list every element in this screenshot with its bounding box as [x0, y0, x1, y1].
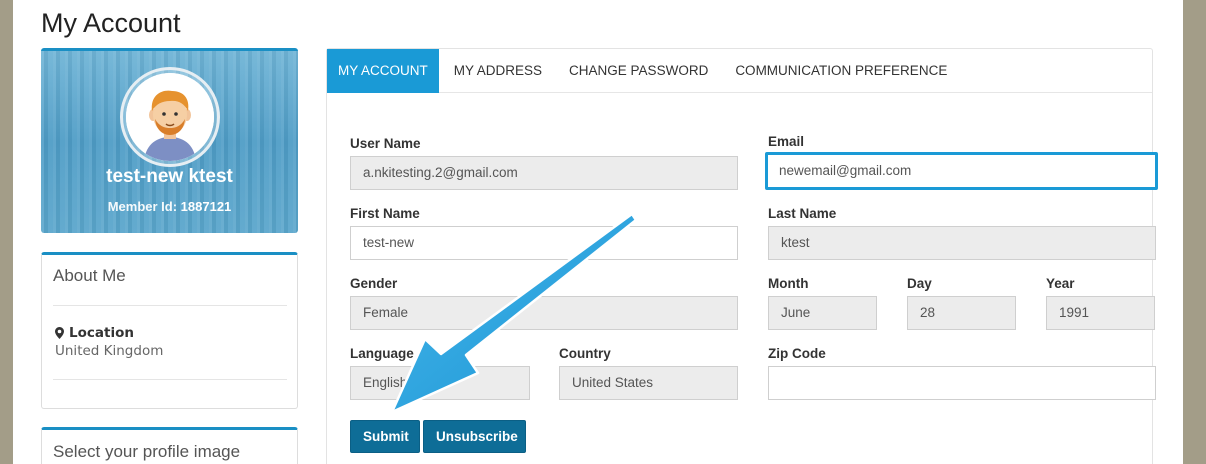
page-title: My Account: [41, 8, 181, 38]
divider: [53, 305, 287, 306]
username-label: User Name: [350, 136, 421, 151]
about-me-title: About Me: [53, 266, 126, 285]
month-field: June: [768, 296, 877, 330]
account-form-card: MY ACCOUNT MY ADDRESS CHANGE PASSWORD CO…: [326, 48, 1158, 464]
page-container: My Account test-new ktest Member Id: 188…: [13, 0, 1183, 464]
language-field: English: [350, 366, 530, 400]
select-profile-image-title: Select your profile image: [53, 442, 241, 461]
member-id-value: 1887121: [180, 199, 232, 214]
profile-name: test-new ktest: [106, 166, 233, 187]
zip-code-field[interactable]: [768, 366, 1156, 400]
zip-code-label: Zip Code: [768, 346, 826, 361]
account-tabs: MY ACCOUNT MY ADDRESS CHANGE PASSWORD CO…: [327, 49, 1152, 93]
first-name-field[interactable]: test-new: [350, 226, 738, 260]
country-field: United States: [559, 366, 738, 400]
location-label-text: Location: [69, 325, 134, 341]
avatar[interactable]: [120, 67, 220, 167]
language-label: Language: [350, 346, 414, 361]
tab-change-password[interactable]: CHANGE PASSWORD: [554, 49, 720, 93]
submit-button[interactable]: Submit: [350, 420, 420, 453]
map-marker-icon: [55, 327, 64, 339]
member-id-label: Member Id:: [107, 199, 178, 214]
gender-label: Gender: [350, 276, 398, 291]
last-name-field: ktest: [768, 226, 1156, 260]
profile-card: test-new ktest Member Id: 1887121: [41, 48, 298, 233]
day-label: Day: [907, 276, 932, 291]
member-id: Member Id: 1887121: [41, 199, 298, 214]
email-field[interactable]: newemail@gmail.com: [765, 152, 1158, 190]
first-name-label: First Name: [350, 206, 420, 221]
about-me-panel: About Me Location United Kingdom: [41, 252, 298, 409]
avatar-icon: [126, 73, 214, 161]
location-label: Location: [55, 325, 134, 341]
tab-my-address[interactable]: MY ADDRESS: [439, 49, 554, 93]
divider: [53, 379, 287, 380]
month-label: Month: [768, 276, 809, 291]
country-label: Country: [559, 346, 611, 361]
tab-my-account[interactable]: MY ACCOUNT: [327, 49, 439, 93]
gender-field: Female: [350, 296, 738, 330]
unsubscribe-button[interactable]: Unsubscribe: [423, 420, 526, 453]
day-field: 28: [907, 296, 1016, 330]
year-field: 1991: [1046, 296, 1155, 330]
tab-communication-preference[interactable]: COMMUNICATION PREFERENCE: [720, 49, 959, 93]
username-field: a.nkitesting.2@gmail.com: [350, 156, 738, 190]
select-profile-image-panel: Select your profile image: [41, 427, 298, 464]
last-name-label: Last Name: [768, 206, 837, 221]
year-label: Year: [1046, 276, 1075, 291]
location-value: United Kingdom: [55, 343, 164, 359]
email-label: Email: [768, 134, 805, 149]
